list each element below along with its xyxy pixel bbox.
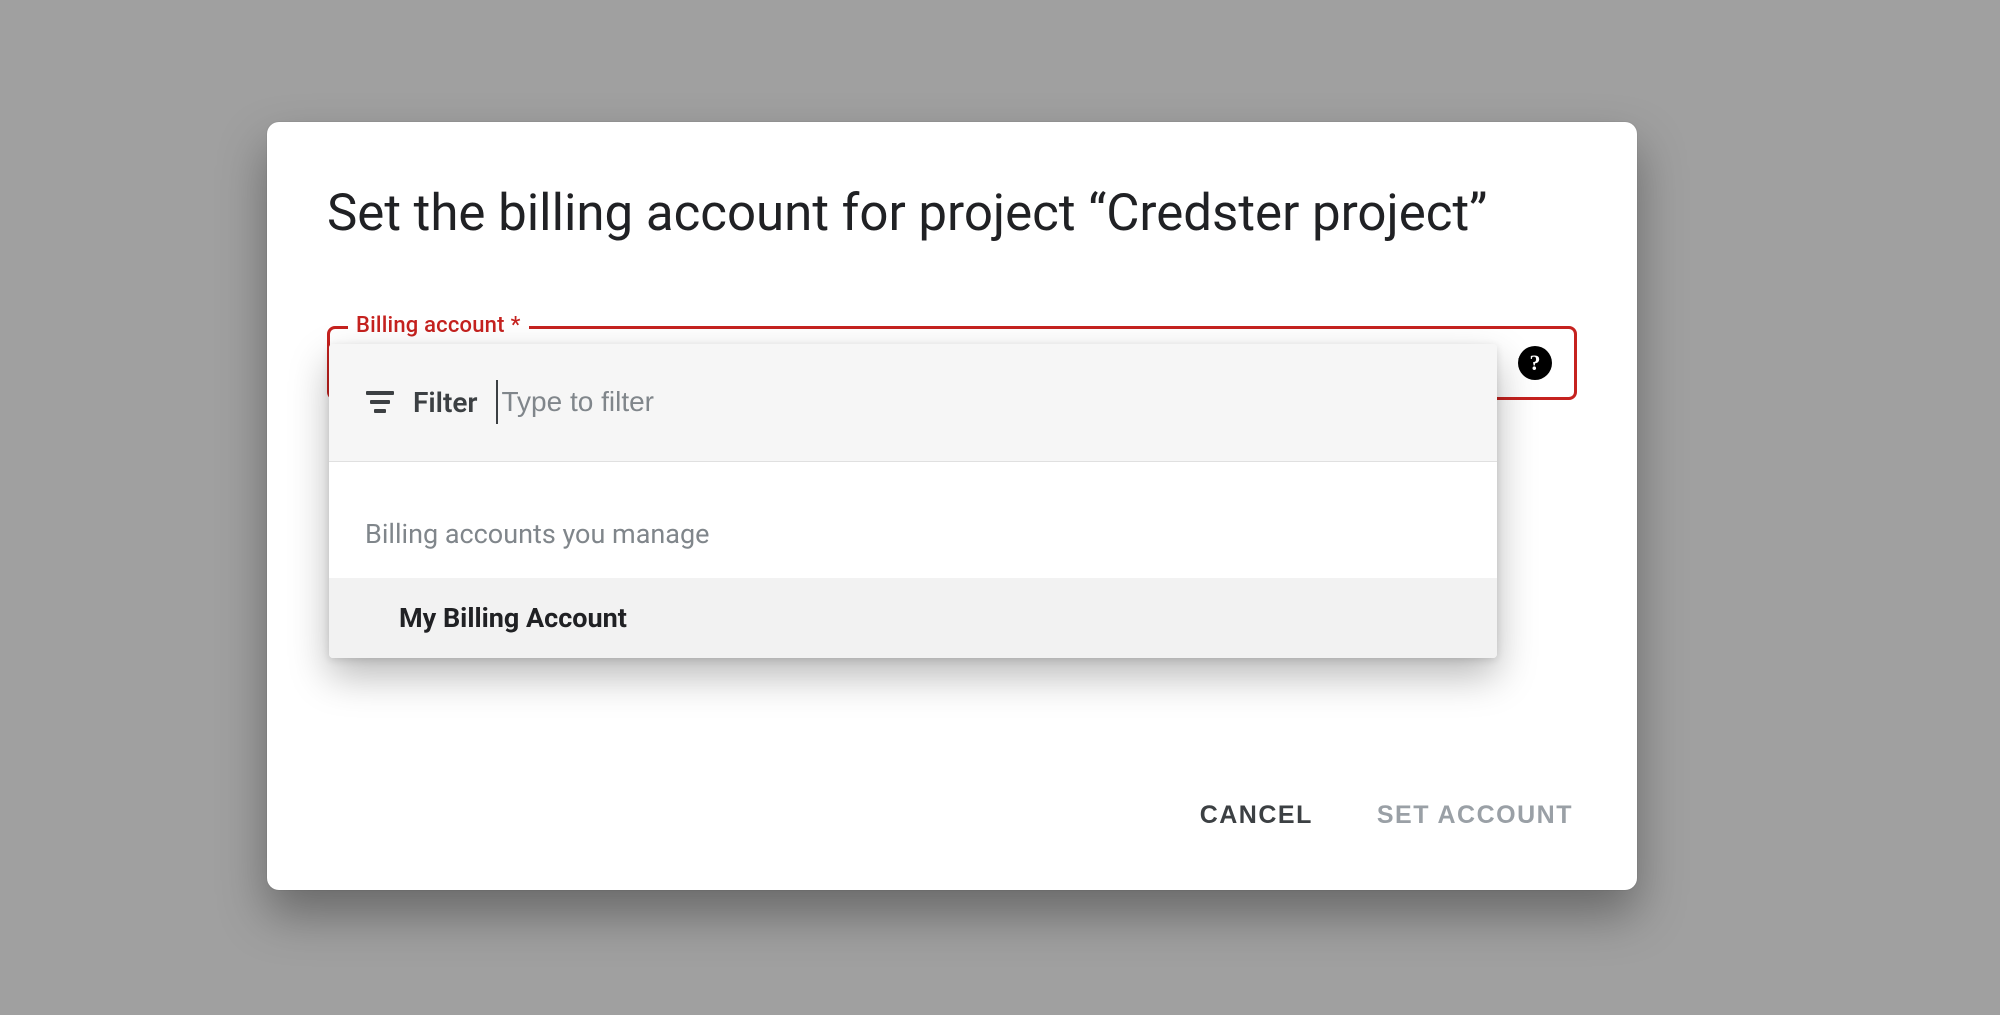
- set-billing-account-dialog: Set the billing account for project “Cre…: [267, 122, 1637, 890]
- required-asterisk: *: [511, 313, 521, 338]
- filter-input[interactable]: [496, 380, 1462, 424]
- dropdown-spacer: [329, 462, 1497, 492]
- set-account-button[interactable]: SET ACCOUNT: [1373, 791, 1577, 840]
- dropdown-group-label: Billing accounts you manage: [329, 492, 1497, 578]
- billing-account-option[interactable]: My Billing Account: [329, 578, 1497, 658]
- dialog-title: Set the billing account for project “Cre…: [327, 182, 1557, 246]
- help-icon[interactable]: ?: [1518, 346, 1552, 380]
- billing-account-dropdown: Filter Billing accounts you manage My Bi…: [329, 344, 1497, 658]
- filter-icon: [365, 391, 395, 413]
- field-label-text: Billing account: [356, 313, 505, 338]
- filter-label: Filter: [413, 386, 478, 419]
- field-label: Billing account *: [348, 313, 529, 338]
- billing-account-field: Billing account * ? Filter Billing accou…: [327, 326, 1577, 400]
- dialog-actions: CANCEL SET ACCOUNT: [1196, 791, 1577, 840]
- dropdown-filter-row: Filter: [329, 344, 1497, 462]
- cancel-button[interactable]: CANCEL: [1196, 791, 1317, 840]
